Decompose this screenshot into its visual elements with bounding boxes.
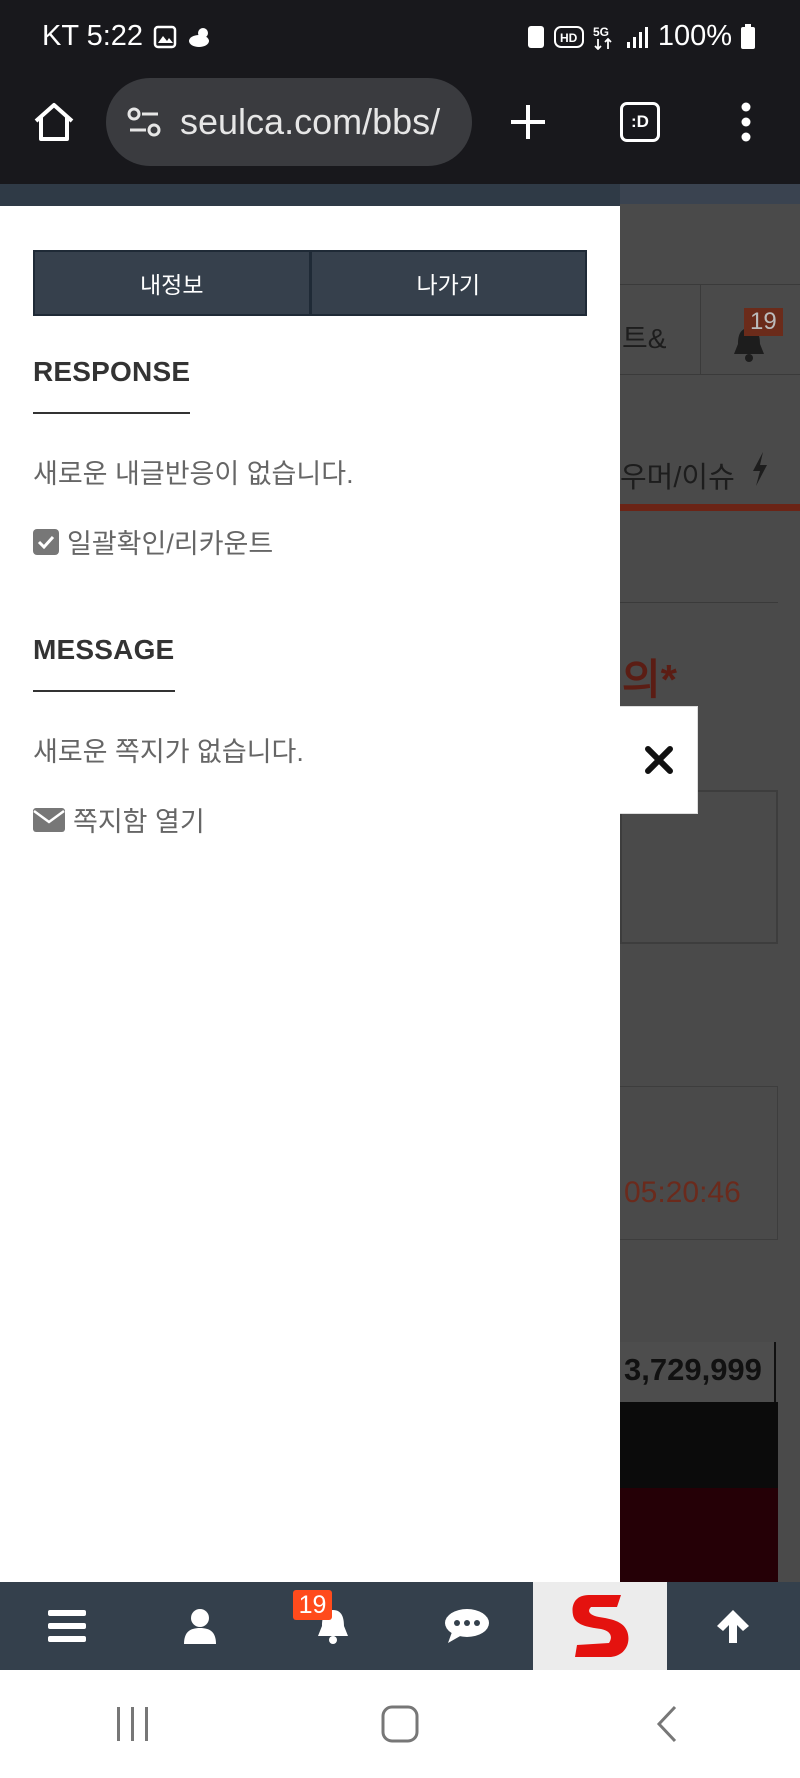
5g-icon: 5G (593, 25, 612, 50)
home-button[interactable] (18, 82, 90, 162)
bg-nav-divider (700, 284, 701, 374)
close-icon (644, 746, 673, 774)
chat-bubble-icon (444, 1609, 489, 1643)
bg-box-2 (620, 1086, 778, 1240)
system-nav-bar (0, 1670, 800, 1778)
status-bar: KT 5:22 HD 5G 100% (0, 0, 800, 74)
home-icon (34, 103, 74, 141)
browser-menu-button[interactable] (710, 82, 782, 162)
my-info-button[interactable]: 내정보 (35, 252, 309, 314)
home-square-icon (381, 1705, 419, 1743)
bg-bell-badge: 19 (744, 308, 783, 336)
bg-divider (620, 284, 800, 285)
envelope-icon (33, 807, 65, 832)
bg-bolt-icon (753, 452, 767, 486)
gallery-icon (153, 25, 177, 48)
user-icon (183, 1609, 216, 1644)
site-logo-button[interactable] (533, 1582, 667, 1670)
response-underline (33, 412, 190, 414)
menu-button[interactable] (0, 1582, 133, 1670)
carrier-time: KT 5:22 (42, 20, 144, 52)
checkbox-checked-icon (33, 528, 59, 555)
side-drawer: 내정보 나가기 RESPONSE 새로운 내글반응이 없습니다. 일괄확인/리카… (0, 206, 620, 1582)
message-underline (33, 690, 175, 692)
bottom-nav: 19 (0, 1582, 800, 1670)
plus-icon (511, 105, 545, 139)
address-bar[interactable]: seulca.com/bbs/ (106, 78, 472, 166)
recent-apps-button[interactable] (73, 1689, 193, 1759)
browser-toolbar: seulca.com/bbs/ :D (0, 74, 800, 184)
drawer-tabs: 내정보 나가기 (33, 250, 587, 316)
status-right: HD 5G 100% (526, 20, 756, 53)
battery-percent: 100% (657, 20, 732, 52)
notifications-button[interactable]: 19 (267, 1582, 400, 1670)
bg-dark-red-block (620, 1488, 778, 1582)
bg-red-bar (620, 504, 800, 511)
recent-apps-icon (117, 1707, 149, 1741)
bg-menu-partial: 우머/이슈 (620, 462, 735, 494)
hamburger-icon (47, 1610, 86, 1642)
message-title: MESSAGE (33, 634, 175, 665)
site-settings-icon[interactable] (124, 102, 164, 142)
bg-title-partial: 의* (622, 656, 677, 703)
logout-button[interactable]: 나가기 (308, 252, 585, 314)
open-inbox-link[interactable]: 쪽지함 열기 (33, 800, 205, 839)
response-empty-text: 새로운 내글반응이 없습니다. (33, 459, 354, 489)
message-empty-text: 새로운 쪽지가 없습니다. (33, 737, 304, 767)
close-drawer-button[interactable] (620, 706, 698, 814)
tab-count: :D (631, 112, 649, 131)
chat-button[interactable] (400, 1582, 533, 1670)
response-title: RESPONSE (33, 356, 191, 387)
open-inbox-label: 쪽지함 열기 (73, 807, 205, 837)
bulk-check-label: 일괄확인/리카운트 (67, 529, 274, 559)
bg-number: 3,729,999 (624, 1352, 762, 1387)
weather-icon (189, 27, 210, 47)
site-logo-icon (572, 1595, 629, 1657)
bg-divider-2 (620, 374, 800, 375)
url-text: seulca.com/bbs/ (180, 101, 441, 142)
tab-switcher-icon: :D (620, 102, 660, 142)
data-saver-icon (527, 25, 544, 48)
battery-icon (741, 23, 755, 49)
tab-switcher-button[interactable]: :D (604, 82, 676, 162)
more-vert-icon (741, 102, 751, 142)
back-chevron-icon (656, 1705, 676, 1743)
drawer-top-strip (0, 184, 620, 206)
back-button[interactable] (607, 1689, 727, 1759)
svg-text:HD: HD (560, 31, 578, 45)
bg-header-strip (620, 184, 800, 204)
new-tab-button[interactable] (492, 82, 564, 162)
profile-button[interactable] (133, 1582, 266, 1670)
bg-time: 05:20:46 (624, 1176, 741, 1209)
background-page-overlay: 트& 19 우머/이슈 의* 05:20:46 3,729,999 (620, 184, 800, 1582)
home-nav-button[interactable] (340, 1689, 460, 1759)
hd-voice-icon: HD (553, 25, 584, 48)
scroll-top-button[interactable] (667, 1582, 800, 1670)
svg-text:5G: 5G (593, 25, 609, 39)
notification-badge: 19 (292, 1590, 333, 1620)
arrow-up-icon (717, 1610, 750, 1643)
signal-icon (626, 26, 648, 48)
bg-nav-partial: 트& (622, 323, 667, 354)
bg-divider-3 (620, 602, 778, 603)
bg-dark-block (620, 1402, 778, 1488)
status-left: KT 5:22 (42, 20, 215, 53)
bulk-check-link[interactable]: 일괄확인/리카운트 (33, 522, 273, 561)
